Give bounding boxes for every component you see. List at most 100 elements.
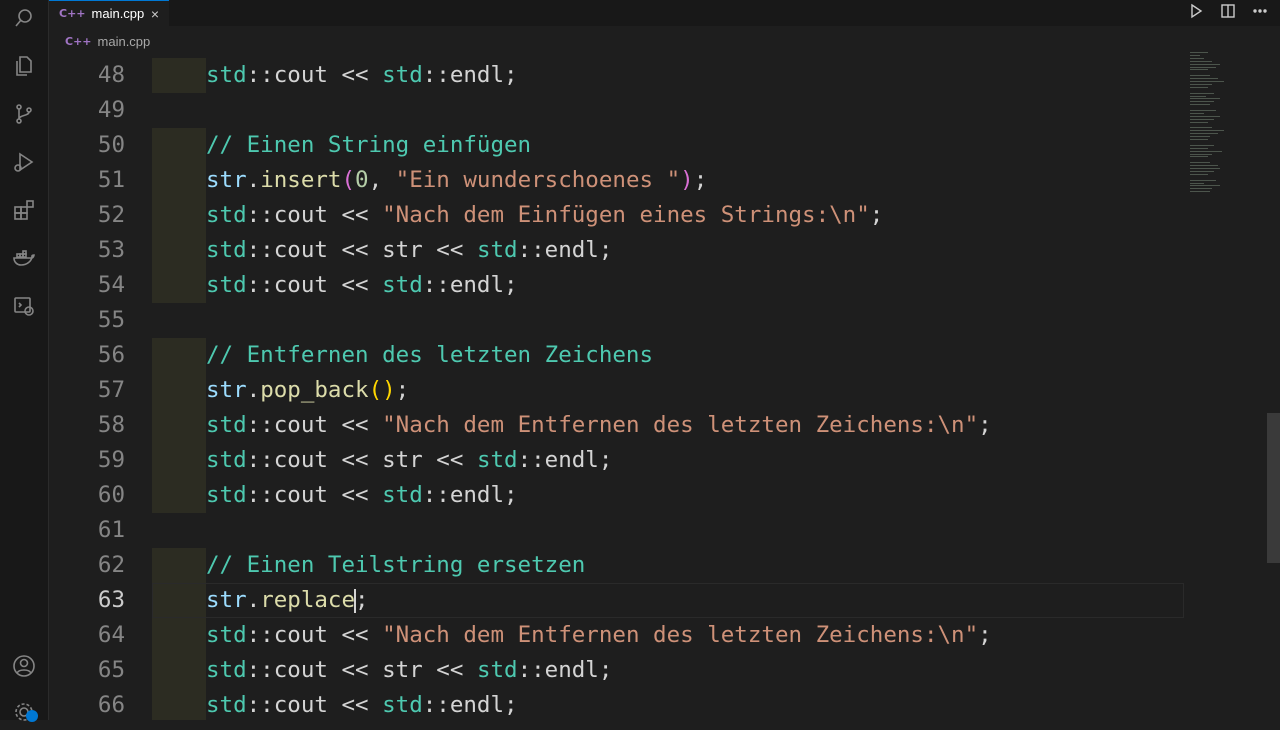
minimap-line <box>1190 147 1208 149</box>
code-token: std <box>206 622 247 648</box>
code-line[interactable]: 63 str.replace; <box>49 583 1184 618</box>
minimap-line <box>1190 170 1214 172</box>
code-line[interactable]: 49 <box>49 93 1184 128</box>
breadcrumb-file[interactable]: main.cpp <box>98 34 151 49</box>
line-number: 50 <box>97 132 125 158</box>
code-text[interactable]: // Einen Teilstring ersetzen <box>206 548 585 583</box>
minimap-line <box>1190 75 1210 77</box>
code-text[interactable]: // Einen String einfügen <box>206 128 531 163</box>
code-line[interactable]: 51 str.insert(0, "Ein wunderschoenes "); <box>49 163 1184 198</box>
indent-guide <box>152 618 206 653</box>
minimap-line <box>1190 78 1218 80</box>
indent-guide <box>152 478 206 513</box>
minimap-line <box>1190 127 1212 129</box>
code-token: std <box>206 692 247 718</box>
code-text[interactable]: std::cout << "Nach dem Entfernen des let… <box>206 618 992 653</box>
code-token: . <box>246 167 261 193</box>
remote-explorer-icon[interactable] <box>0 288 48 324</box>
code-line[interactable]: 58 std::cout << "Nach dem Entfernen des l… <box>49 408 1184 443</box>
extensions-icon[interactable] <box>0 192 48 228</box>
line-number: 61 <box>97 517 125 543</box>
code-line[interactable]: 57 str.pop_back(); <box>49 373 1184 408</box>
code-token: replace <box>260 587 356 613</box>
code-editor[interactable]: 48 std::cout << std::endl; 4950 // Einen St… <box>49 57 1280 720</box>
code-token: std <box>206 657 247 683</box>
settings-gear-icon[interactable] <box>0 694 48 730</box>
minimap-line <box>1190 52 1208 53</box>
run-debug-icon[interactable] <box>0 144 48 180</box>
code-text[interactable]: std::cout << std::endl; <box>206 688 518 720</box>
code-text[interactable]: str.pop_back(); <box>206 373 409 408</box>
code-line[interactable]: 56 // Entfernen des letzten Zeichens <box>49 338 1184 373</box>
minimap-line <box>1190 112 1204 114</box>
minimap-line <box>1190 188 1212 190</box>
code-text[interactable]: // Entfernen des letzten Zeichens <box>206 338 653 373</box>
line-number: 53 <box>97 237 125 263</box>
code-token: ::endl; <box>422 692 518 718</box>
code-line[interactable]: 62 // Einen Teilstring ersetzen <box>49 548 1184 583</box>
close-tab-icon[interactable]: × <box>151 6 159 22</box>
code-token: ::endl; <box>422 482 518 508</box>
minimap-line <box>1190 133 1218 135</box>
code-text[interactable]: std::cout << std::endl; <box>206 478 518 513</box>
minimap-line <box>1190 118 1214 120</box>
code-token: pop_back <box>260 377 369 403</box>
code-token: // Entfernen des letzten Zeichens <box>206 342 654 368</box>
code-line[interactable]: 53 std::cout << str << std::endl; <box>49 233 1184 268</box>
minimap-line <box>1190 130 1224 132</box>
code-token: std <box>206 62 247 88</box>
minimap-line <box>1190 69 1208 71</box>
code-text[interactable]: std::cout << std::endl; <box>206 268 518 303</box>
code-token: std <box>476 657 518 683</box>
minimap-line <box>1190 95 1206 97</box>
breadcrumb[interactable]: C++ main.cpp <box>65 28 150 54</box>
minimap-line <box>1190 156 1208 158</box>
code-line[interactable]: 61 <box>49 513 1184 548</box>
explorer-icon[interactable] <box>0 48 48 84</box>
minimap-line <box>1190 110 1216 111</box>
minimap-line <box>1190 136 1210 138</box>
minimap-line <box>1190 150 1222 152</box>
code-text[interactable]: std::cout << str << std::endl; <box>206 653 612 688</box>
code-token: () <box>368 377 396 403</box>
run-file-icon[interactable] <box>1188 3 1204 19</box>
code-line[interactable]: 60 std::cout << std::endl; <box>49 478 1184 513</box>
code-token: . <box>246 587 261 613</box>
code-text[interactable]: std::cout << "Nach dem Einfügen eines St… <box>206 198 883 233</box>
code-token: std <box>206 482 247 508</box>
docker-icon[interactable] <box>0 240 48 276</box>
code-text[interactable]: std::cout << str << std::endl; <box>206 233 612 268</box>
account-icon[interactable] <box>0 648 48 684</box>
code-token: std <box>476 237 518 263</box>
code-token: "Ein wunderschoenes " <box>395 167 681 193</box>
code-line[interactable]: 65 std::cout << str << std::endl; <box>49 653 1184 688</box>
code-line[interactable]: 52 std::cout << "Nach dem Einfügen eines … <box>49 198 1184 233</box>
minimap-line <box>1190 66 1216 68</box>
source-control-icon[interactable] <box>0 96 48 132</box>
code-text[interactable]: std::cout << str << std::endl; <box>206 443 612 478</box>
minimap-line <box>1190 115 1220 117</box>
scrollbar-thumb[interactable] <box>1267 413 1280 563</box>
code-line[interactable]: 50 // Einen String einfügen <box>49 128 1184 163</box>
code-line[interactable]: 59 std::cout << str << std::endl; <box>49 443 1184 478</box>
minimap[interactable] <box>1186 52 1268 202</box>
code-text[interactable]: str.replace; <box>206 583 369 618</box>
minimap-line <box>1190 86 1208 88</box>
search-icon[interactable] <box>0 0 48 36</box>
code-line[interactable]: 48 std::cout << std::endl; <box>49 58 1184 93</box>
code-token: std <box>206 237 247 263</box>
code-line[interactable]: 55 <box>49 303 1184 338</box>
indent-guide <box>152 198 206 233</box>
code-token: "Nach dem Entfernen des letzten Zeichens… <box>382 412 979 438</box>
code-line[interactable]: 54 std::cout << std::endl; <box>49 268 1184 303</box>
code-text[interactable]: std::cout << std::endl; <box>206 58 518 93</box>
code-text[interactable]: std::cout << "Nach dem Entfernen des let… <box>206 408 992 443</box>
code-line[interactable]: 64 std::cout << "Nach dem Entfernen des l… <box>49 618 1184 653</box>
more-actions-icon[interactable] <box>1252 3 1268 19</box>
code-token: std <box>382 272 423 298</box>
tab-main-cpp[interactable]: C++ main.cpp × <box>49 0 169 26</box>
code-line[interactable]: 66 std::cout << std::endl; <box>49 688 1184 720</box>
code-text[interactable]: str.insert(0, "Ein wunderschoenes "); <box>206 163 707 198</box>
vertical-scrollbar[interactable] <box>1267 52 1280 720</box>
split-editor-icon[interactable] <box>1220 3 1236 19</box>
